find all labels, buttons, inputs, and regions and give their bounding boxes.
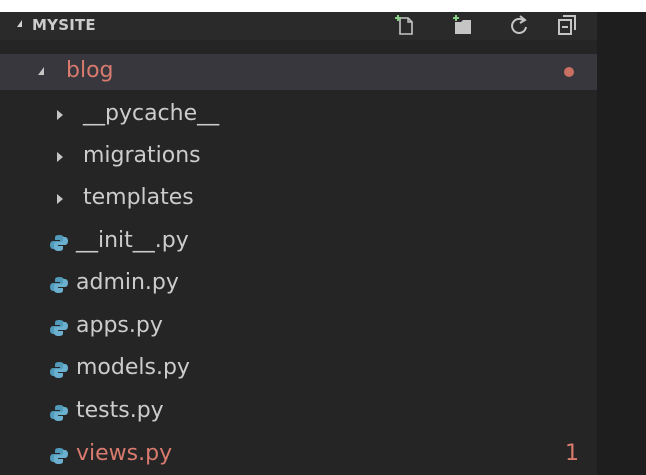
tree-folder-blog[interactable]: blog (0, 54, 597, 90)
chevron-right-icon (57, 152, 63, 162)
section-collapse-icon[interactable] (17, 20, 22, 27)
python-file-icon (50, 448, 68, 464)
tree-folder-templates[interactable]: templates (0, 181, 597, 217)
chevron-right-icon (57, 110, 63, 120)
folder-label: migrations (83, 143, 201, 168)
collapse-all-icon[interactable] (554, 12, 580, 38)
explorer-panel: MYSITE blog __pycache__ migrations templ… (0, 12, 597, 475)
python-file-icon (50, 235, 68, 251)
section-title: MYSITE (32, 16, 96, 34)
python-file-icon (50, 405, 68, 421)
folder-label: blog (66, 58, 114, 83)
tree-file-models[interactable]: models.py (0, 351, 597, 387)
file-label: admin.py (76, 270, 179, 295)
tree-folder-migrations[interactable]: migrations (0, 139, 597, 175)
modified-dot-icon (564, 67, 574, 77)
editor-area (597, 12, 646, 475)
folder-label: __pycache__ (83, 101, 220, 126)
chevron-right-icon (57, 194, 63, 204)
tree-file-tests[interactable]: tests.py (0, 394, 597, 430)
tree-file-admin[interactable]: admin.py (0, 266, 597, 302)
file-label: models.py (76, 355, 190, 380)
new-folder-icon[interactable] (450, 12, 476, 38)
tree-folder-pycache[interactable]: __pycache__ (0, 97, 597, 133)
problem-count-badge: 1 (565, 441, 579, 466)
vscode-window: MYSITE blog __pycache__ migrations templ… (0, 12, 646, 475)
file-label: views.py (76, 441, 173, 466)
file-label: tests.py (76, 398, 164, 423)
tree-file-views[interactable]: views.py 1 (0, 437, 597, 473)
explorer-section-header[interactable]: MYSITE (0, 12, 597, 40)
refresh-icon[interactable] (506, 12, 532, 38)
tree-file-init[interactable]: __init__.py (0, 224, 597, 260)
tree-file-apps[interactable]: apps.py (0, 309, 597, 345)
python-file-icon (50, 277, 68, 293)
folder-label: templates (83, 185, 194, 210)
python-file-icon (50, 362, 68, 378)
file-label: __init__.py (76, 228, 189, 253)
new-file-icon[interactable] (393, 12, 419, 38)
file-label: apps.py (76, 313, 163, 338)
python-file-icon (50, 320, 68, 336)
chevron-down-icon (38, 67, 44, 75)
